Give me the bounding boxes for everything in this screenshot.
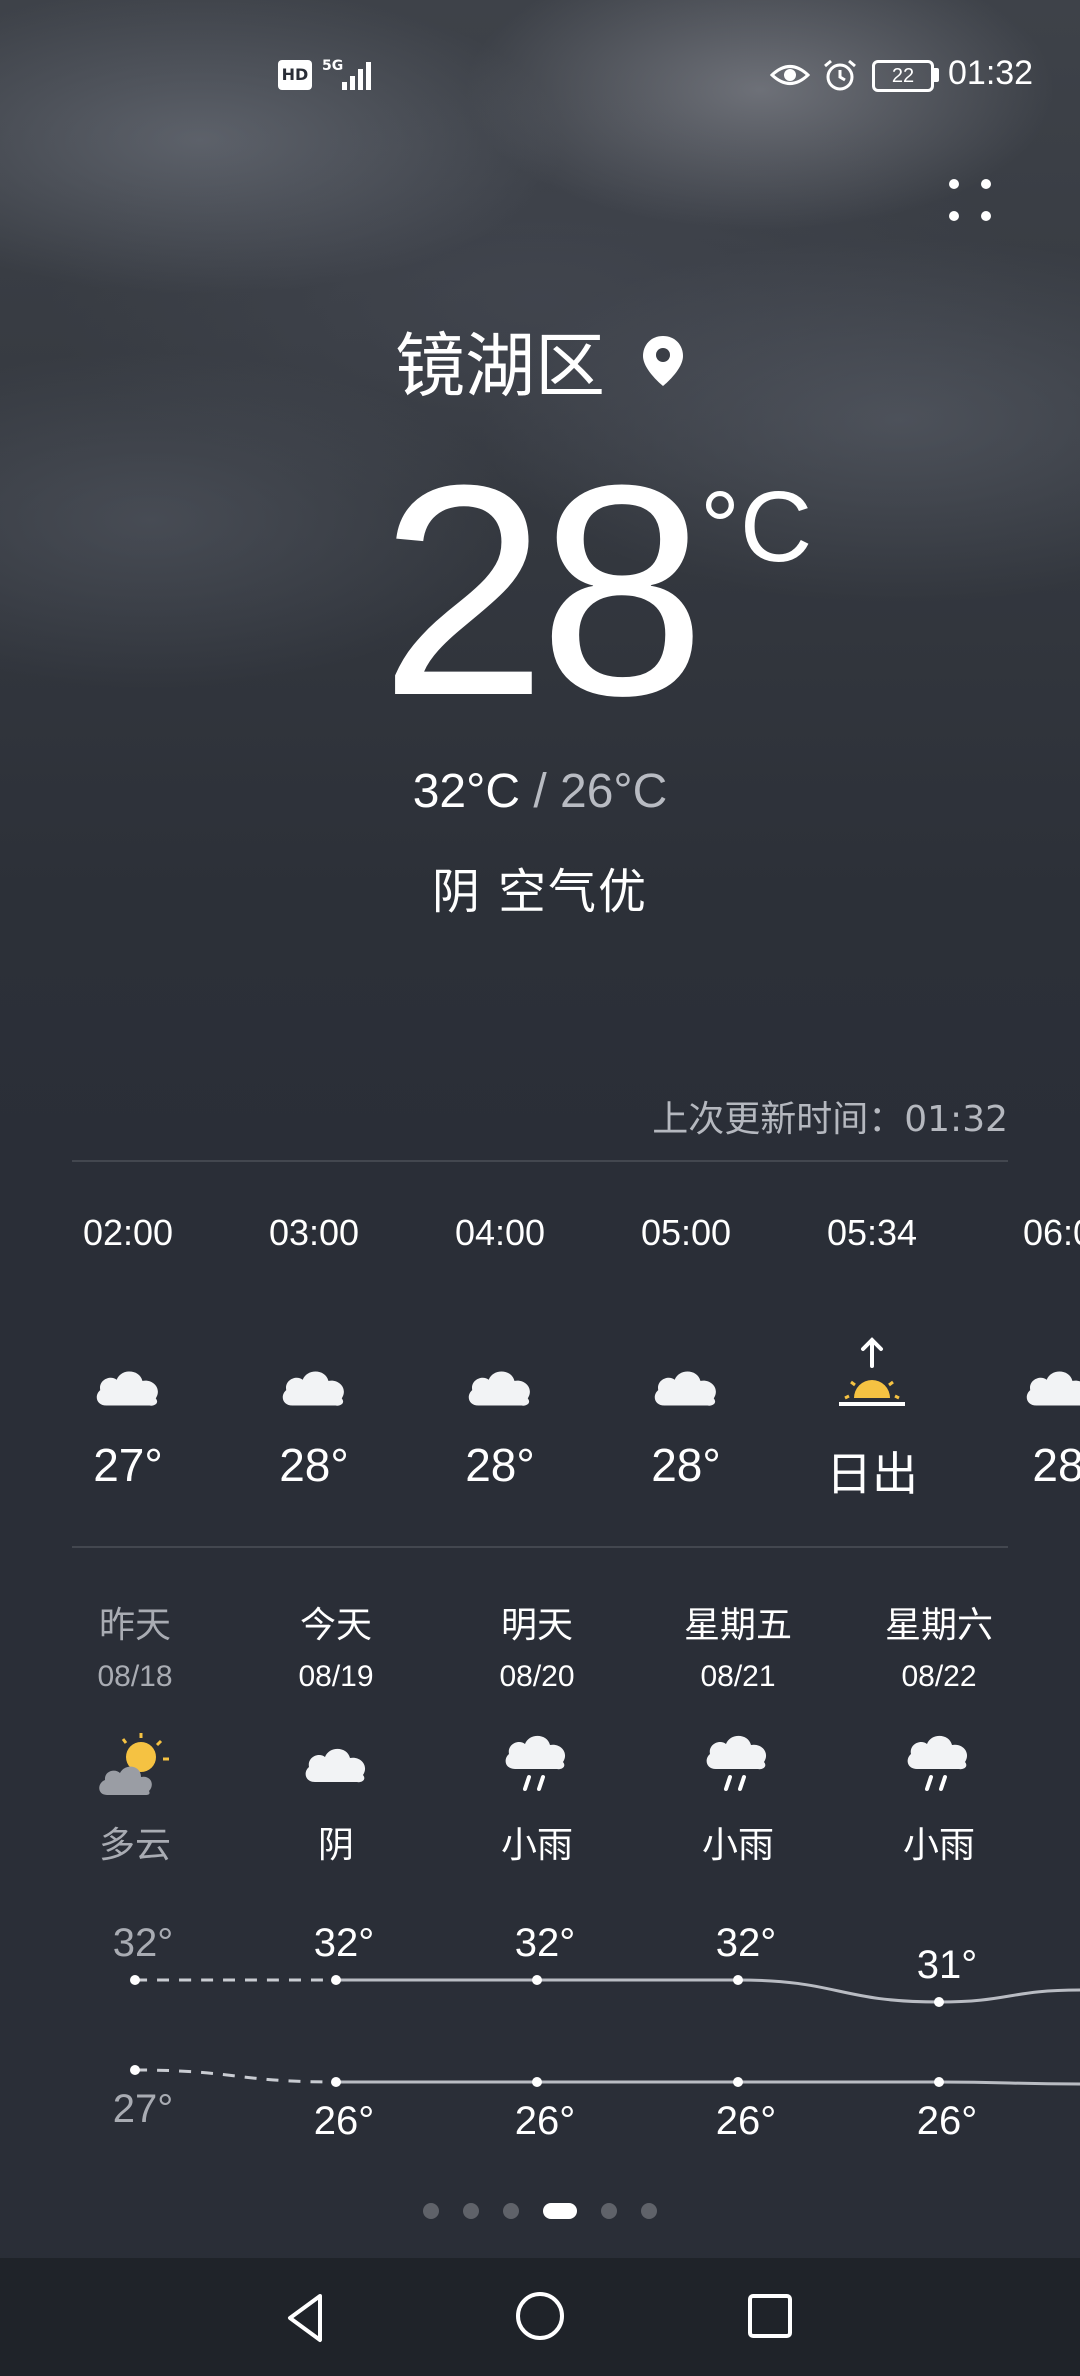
high-point: [331, 1975, 341, 1985]
hour-temperature: 27°: [93, 1439, 163, 1491]
cloud-icon: [965, 1340, 1080, 1410]
more-options-icon[interactable]: [940, 170, 1000, 230]
location-pin-icon: [643, 335, 683, 386]
low-temp-label: 26°: [716, 2099, 777, 2143]
trend-segment: [938, 1988, 1080, 2004]
home-icon[interactable]: [512, 2288, 568, 2344]
hour-temperature: 28°: [651, 1439, 721, 1491]
trend-segment: [938, 2080, 1080, 2086]
temperature-range: 32°C / 26°C: [0, 764, 1080, 819]
battery-indicator: 22: [872, 60, 934, 92]
last-updated: 上次更新时间：01:32: [652, 1099, 1008, 1140]
hour-temperature: 28: [1032, 1439, 1080, 1491]
high-temp-label: 31°: [917, 1943, 978, 1987]
low-temp-label: 26°: [515, 2099, 576, 2143]
low-temp-label: 27°: [113, 2087, 174, 2131]
low-point: [331, 2077, 341, 2087]
day-condition: 多云: [98, 1825, 171, 1866]
day-name: 今天: [299, 1605, 372, 1646]
hour-time: 05:34: [826, 1212, 918, 1253]
partly-cloudy-icon: [35, 1724, 235, 1804]
divider: [72, 1546, 1008, 1548]
temperature-trend-chart: 32° 27° 32° 26° 32° 26° 32° 26° 31° 26°: [113, 1921, 1080, 2143]
low-point: [130, 2065, 140, 2075]
hour-time: 02:00: [82, 1212, 174, 1253]
current-temperature: 28: [380, 422, 706, 758]
city-name: 镜湖区: [395, 327, 605, 405]
hour-time: 05:00: [640, 1212, 732, 1253]
high-temp-label: 32°: [515, 1921, 576, 1965]
high-point: [934, 1997, 944, 2007]
city-header[interactable]: 镜湖区: [0, 310, 1080, 411]
high-point: [532, 1975, 542, 1985]
day-date: 08/18: [97, 1660, 173, 1693]
hour-temperature: 28°: [465, 1439, 535, 1491]
day-date: 08/19: [298, 1660, 374, 1693]
weather-condition: 阴: [431, 864, 482, 920]
sunrise-icon: [779, 1337, 965, 1410]
high-point: [733, 1975, 743, 1985]
low-temp-label: 26°: [314, 2099, 375, 2143]
high-temp-label: 32°: [716, 1921, 777, 1965]
high-point: [130, 1975, 140, 1985]
page-dot: [601, 2202, 617, 2219]
battery-tip: [934, 68, 939, 82]
trend-segment-past: [134, 2068, 337, 2084]
cloud-icon: [593, 1340, 779, 1410]
light-rain-icon: [839, 1724, 1039, 1804]
air-quality[interactable]: 空气优: [498, 864, 648, 920]
page-dot: [641, 2202, 657, 2219]
hour-temperature: 28°: [279, 1439, 349, 1491]
cloud-icon: [236, 1724, 436, 1804]
day-condition: 小雨: [902, 1825, 975, 1866]
low-point: [733, 2077, 743, 2087]
divider: [72, 1160, 1008, 1162]
page-dot: [503, 2202, 519, 2219]
temperature-unit: °C: [700, 471, 813, 583]
high-temp: 32°C: [412, 765, 520, 818]
day-name: 星期五: [683, 1605, 792, 1646]
low-point: [934, 2077, 944, 2087]
cloud-icon: [221, 1340, 407, 1410]
day-date: 08/22: [901, 1660, 977, 1693]
low-temp: 26°C: [560, 765, 668, 818]
high-temp-label: 32°: [314, 1921, 375, 1965]
day-date: 08/21: [700, 1660, 776, 1693]
hour-time: 04:00: [454, 1212, 546, 1253]
eye-comfort-icon: [770, 65, 810, 85]
day-condition: 小雨: [701, 1825, 774, 1866]
page-dot: [423, 2202, 439, 2219]
hd-icon: HD: [278, 60, 312, 90]
current-condition: 阴空气优: [0, 852, 1080, 922]
light-rain-icon: [437, 1724, 637, 1804]
cloud-icon: [407, 1340, 593, 1410]
day-condition: 小雨: [500, 1825, 573, 1866]
signal-icon: [342, 62, 371, 90]
page-dot: [463, 2202, 479, 2219]
page-indicator: [0, 2200, 1080, 2224]
hour-temperature: 日出: [826, 1448, 918, 1500]
light-rain-icon: [638, 1724, 838, 1804]
cloud-icon: [35, 1340, 221, 1410]
high-temp-label: 32°: [113, 1921, 174, 1965]
trend-segment: [737, 1978, 940, 2004]
recent-apps-icon[interactable]: [744, 2290, 796, 2342]
hour-time: 06:0: [1022, 1212, 1080, 1253]
back-icon[interactable]: [280, 2290, 336, 2346]
day-date: 08/20: [499, 1660, 575, 1693]
day-name: 昨天: [98, 1605, 171, 1646]
alarm-icon: [824, 59, 856, 91]
day-condition: 阴: [317, 1825, 354, 1866]
low-point: [532, 2077, 542, 2087]
day-name: 星期六: [884, 1605, 993, 1646]
hour-time: 03:00: [268, 1212, 360, 1253]
day-name: 明天: [500, 1605, 573, 1646]
status-clock: 01:32: [948, 54, 1034, 92]
range-separator: /: [533, 765, 547, 818]
low-temp-label: 26°: [917, 2099, 978, 2143]
page-dot-active: [543, 2202, 577, 2219]
